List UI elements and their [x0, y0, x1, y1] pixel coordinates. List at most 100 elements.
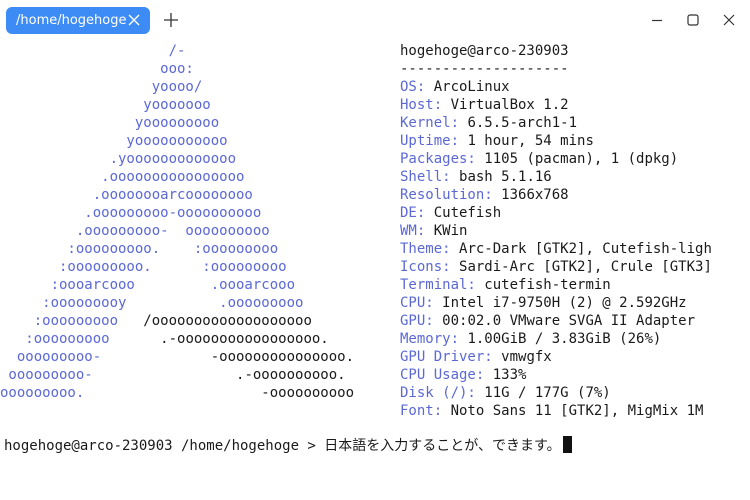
info-line: CPU Usage: 133%: [400, 366, 526, 384]
info-key: Icons:: [400, 259, 460, 275]
logo-line: /-: [0, 42, 186, 60]
logo-segment: ooooooooo-: [0, 367, 237, 383]
info-line: Uptime: 1 hour, 54 mins: [400, 132, 594, 150]
info-key: Host:: [400, 97, 451, 113]
info-key: GPU Driver:: [400, 349, 502, 365]
logo-segment: -ooooooooooooooo.: [210, 349, 355, 365]
close-icon[interactable]: [721, 12, 737, 28]
info-value: hogehoge@arco-230903: [400, 43, 569, 59]
close-icon[interactable]: [126, 12, 142, 28]
logo-line: :ooooooooo. :ooooooooo: [0, 240, 278, 258]
info-key: CPU Usage:: [400, 367, 493, 383]
logo-line: :ooooooooo /ooooooooooooooooooo: [0, 312, 312, 330]
info-value: 1.00GiB / 3.83GiB (26%): [467, 331, 662, 347]
logo-segment: -oooooooooo: [261, 385, 355, 401]
logo-segment: :ooooooooo: [0, 313, 144, 329]
logo-segment: ooooooooo.: [0, 385, 262, 401]
info-line: hogehoge@arco-230903: [400, 42, 569, 60]
prompt-text: hogehoge@arco-230903 /home/hogehoge >: [4, 438, 325, 454]
logo-segment: /-: [0, 43, 186, 59]
logo-line: yoooo/: [0, 78, 203, 96]
info-value: KWin: [433, 223, 468, 239]
tab-home[interactable]: /home/hogehoge: [6, 7, 150, 34]
logo-segment: :oooarcooo .oooarcooo: [0, 277, 296, 293]
info-key: Terminal:: [400, 277, 485, 293]
logo-segment: .oooooooarcoooooooo: [0, 187, 253, 203]
info-key: CPU:: [400, 295, 443, 311]
info-key: Uptime:: [400, 133, 468, 149]
logo-line: .oooooooooooooooo: [0, 168, 244, 186]
logo-segment: .yooooooooooooo: [0, 151, 237, 167]
info-line: Theme: Arc-Dark [GTK2], Cutefish-ligh: [400, 240, 712, 258]
logo-line: yooooooo: [0, 96, 211, 114]
info-key: DE:: [400, 205, 434, 221]
info-value: 00:02.0 VMware SVGA II Adapter: [442, 313, 696, 329]
info-value: ArcoLinux: [433, 79, 510, 95]
info-line: Terminal: cutefish-termin: [400, 276, 611, 294]
maximize-icon[interactable]: [685, 12, 701, 28]
logo-segment: .-ooooooooooooooooo.: [160, 331, 329, 347]
input-text: 日本語を入力することが、できます。: [324, 438, 561, 454]
info-key: WM:: [400, 223, 434, 239]
info-line: WM: KWin: [400, 222, 467, 240]
logo-segment: :ooooooooo. :ooooooooo: [0, 241, 279, 257]
logo-line: ooooooooo. -oooooooooo: [0, 384, 354, 402]
info-value: Noto Sans 11 [GTK2], MigMix 1M: [450, 403, 704, 419]
info-key: Resolution:: [400, 187, 502, 203]
info-line: Memory: 1.00GiB / 3.83GiB (26%): [400, 330, 661, 348]
info-key: Theme:: [400, 241, 460, 257]
logo-segment: yooooooo: [0, 97, 211, 113]
info-line: OS: ArcoLinux: [400, 78, 510, 96]
info-value: 11G / 177G (7%): [484, 385, 611, 401]
info-value: Arc-Dark [GTK2], Cutefish-ligh: [459, 241, 712, 257]
info-value: VirtualBox 1.2: [450, 97, 569, 113]
info-line: Kernel: 6.5.5-arch1-1: [400, 114, 577, 132]
info-key: Font:: [400, 403, 451, 419]
logo-segment: ooo:: [0, 61, 194, 77]
logo-line: .yooooooooooooo: [0, 150, 236, 168]
logo-line: .ooooooooo-oooooooooo: [0, 204, 261, 222]
info-value: 6.5.5-arch1-1: [467, 115, 578, 131]
text-cursor: [562, 436, 572, 453]
info-line: Shell: bash 5.1.16: [400, 168, 552, 186]
logo-segment: yoooo/: [0, 79, 203, 95]
logo-segment: .oooooooooooooooo: [0, 169, 245, 185]
logo-segment: :ooooooooo: [0, 331, 161, 347]
logo-segment: ooooooooo-: [0, 349, 211, 365]
info-line: Packages: 1105 (pacman), 1 (dpkg): [400, 150, 678, 168]
info-key: OS:: [400, 79, 434, 95]
logo-segment: yooooooooo: [0, 115, 220, 131]
info-key: Shell:: [400, 169, 460, 185]
info-line: Icons: Sardi-Arc [GTK2], Crule [GTK3]: [400, 258, 712, 276]
info-key: Disk (/):: [400, 385, 485, 401]
logo-line: .ooooooooo- oooooooooo: [0, 222, 270, 240]
plus-icon[interactable]: [162, 11, 180, 29]
prompt-line[interactable]: hogehoge@arco-230903 /home/hogehoge > 日本…: [4, 436, 572, 454]
logo-line: ooo:: [0, 60, 194, 78]
terminal-area[interactable]: /- ooo: yoooo/ yooooooo yooooooooo yoooo…: [0, 40, 750, 500]
info-value: 1366x768: [501, 187, 569, 203]
info-key: Memory:: [400, 331, 468, 347]
logo-segment: /ooooooooooooooooooo: [143, 313, 312, 329]
info-line: DE: Cutefish: [400, 204, 501, 222]
info-line: GPU Driver: vmwgfx: [400, 348, 552, 366]
logo-segment: :ooooooooy .ooooooooo: [0, 295, 304, 311]
info-line: Resolution: 1366x768: [400, 186, 569, 204]
info-value: Sardi-Arc [GTK2], Crule [GTK3]: [459, 259, 712, 275]
info-value: bash 5.1.16: [459, 169, 552, 185]
info-line: Host: VirtualBox 1.2: [400, 96, 569, 114]
info-value: cutefish-termin: [484, 277, 611, 293]
info-line: Font: Noto Sans 11 [GTK2], MigMix 1M: [400, 402, 703, 420]
minimize-icon[interactable]: [649, 12, 665, 28]
info-value: Intel i7-9750H (2) @ 2.592GHz: [442, 295, 687, 311]
logo-segment: .-oooooooooo.: [236, 367, 346, 383]
info-key: Packages:: [400, 151, 485, 167]
info-line: CPU: Intel i7-9750H (2) @ 2.592GHz: [400, 294, 687, 312]
title-bar: /home/hogehoge: [0, 0, 750, 40]
info-key: GPU:: [400, 313, 443, 329]
info-value: --------------------: [400, 61, 569, 77]
logo-line: ooooooooo- -ooooooooooooooo.: [0, 348, 354, 366]
logo-line: :ooooooooy .ooooooooo: [0, 294, 303, 312]
info-value: 1105 (pacman), 1 (dpkg): [484, 151, 679, 167]
info-value: Cutefish: [433, 205, 502, 221]
